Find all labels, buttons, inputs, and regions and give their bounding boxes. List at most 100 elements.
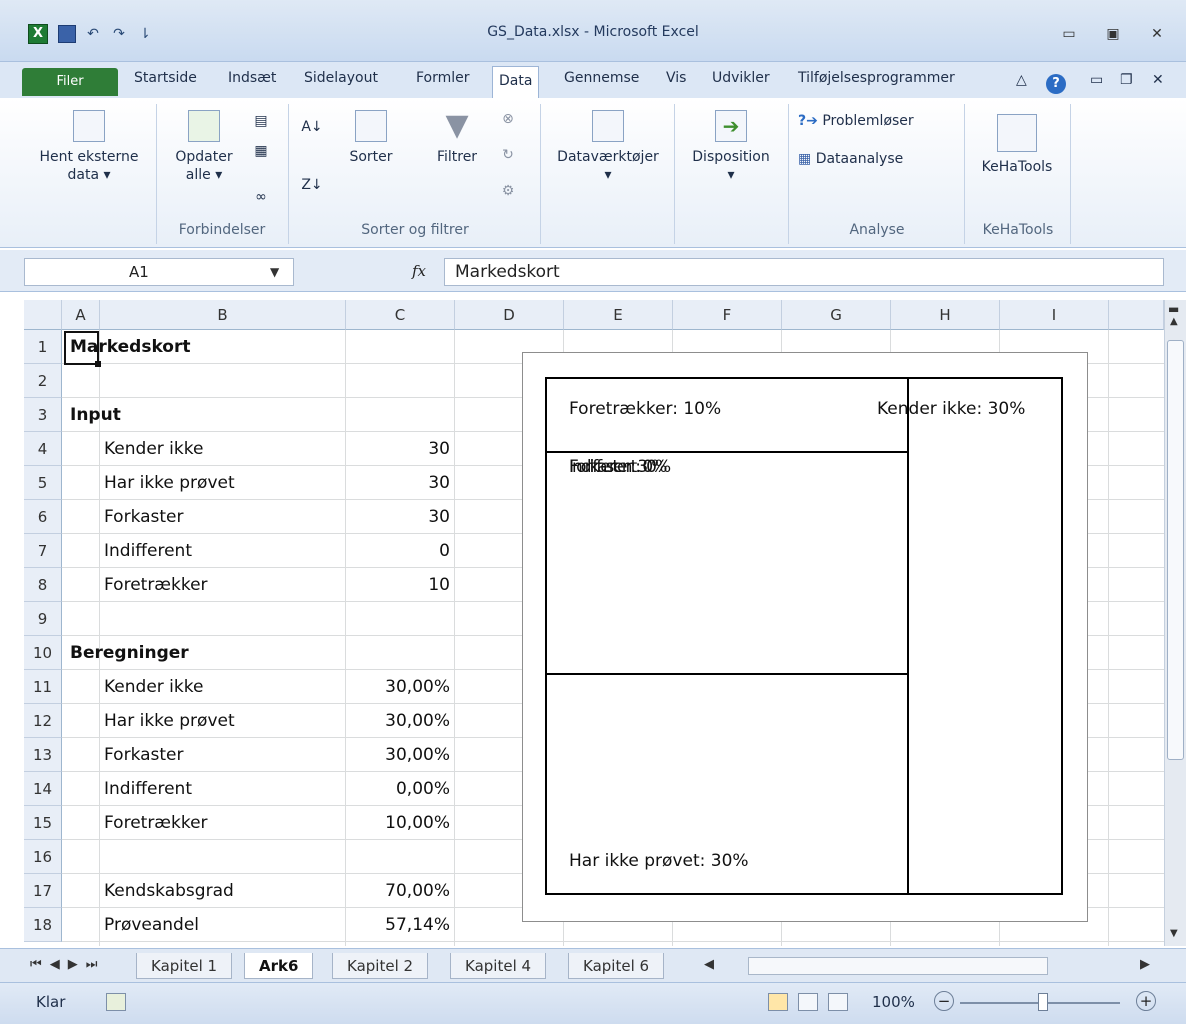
cell-b18[interactable]: Prøveandel bbox=[104, 908, 199, 942]
cell-b11[interactable]: Kender ikke bbox=[104, 670, 203, 704]
zoom-level[interactable]: 100% bbox=[872, 993, 915, 1011]
filter-button[interactable]: ▼ Filtrer bbox=[424, 110, 490, 166]
row-header-14[interactable]: 14 bbox=[24, 772, 62, 806]
row-header-9[interactable]: 9 bbox=[24, 602, 62, 636]
row-header-16[interactable]: 16 bbox=[24, 840, 62, 874]
column-header-e[interactable]: E bbox=[564, 300, 673, 330]
tab-sidelayout[interactable]: Sidelayout bbox=[304, 70, 378, 86]
row-header-11[interactable]: 11 bbox=[24, 670, 62, 704]
sort-desc-icon[interactable]: Z↓ bbox=[300, 176, 324, 194]
refresh-all-button[interactable]: Opdater alle ▾ bbox=[164, 110, 244, 184]
cell-b15[interactable]: Foretrækker bbox=[104, 806, 208, 840]
sheet-nav-icons[interactable]: ⏮◀▶⏭ bbox=[30, 957, 105, 972]
row-header-1[interactable]: 1 bbox=[24, 330, 62, 364]
tab-formler[interactable]: Formler bbox=[416, 70, 470, 86]
vertical-scrollbar[interactable]: ▬ ▲ ▼ bbox=[1164, 300, 1186, 946]
horizontal-scrollbar[interactable] bbox=[748, 957, 1048, 975]
column-header-b[interactable]: B bbox=[100, 300, 346, 330]
cell-a3[interactable]: Input bbox=[70, 398, 121, 432]
column-header-i[interactable]: I bbox=[1000, 300, 1109, 330]
cell-c5[interactable]: 30 bbox=[346, 466, 450, 500]
select-all-corner[interactable] bbox=[24, 300, 62, 330]
cell-b4[interactable]: Kender ikke bbox=[104, 432, 203, 466]
cell-c7[interactable]: 0 bbox=[346, 534, 450, 568]
doc-close-icon[interactable]: ✕ bbox=[1152, 72, 1164, 88]
row-header-2[interactable]: 2 bbox=[24, 364, 62, 398]
restore-icon[interactable]: ▣ bbox=[1102, 24, 1124, 44]
row-header-17[interactable]: 17 bbox=[24, 874, 62, 908]
column-header-h[interactable]: H bbox=[891, 300, 1000, 330]
column-header-f[interactable]: F bbox=[673, 300, 782, 330]
cell-c8[interactable]: 10 bbox=[346, 568, 450, 602]
column-header-g[interactable]: G bbox=[782, 300, 891, 330]
tab-gennemse[interactable]: Gennemse bbox=[564, 70, 639, 86]
cell-b8[interactable]: Foretrækker bbox=[104, 568, 208, 602]
help-icon[interactable]: ? bbox=[1046, 74, 1066, 94]
reapply-icon[interactable]: ↻ bbox=[496, 146, 520, 164]
insert-function-icon[interactable]: fx bbox=[412, 262, 426, 280]
cell-b14[interactable]: Indifferent bbox=[104, 772, 192, 806]
cell-c11[interactable]: 30,00% bbox=[346, 670, 450, 704]
sort-asc-icon[interactable]: A↓ bbox=[300, 118, 324, 136]
cell-c4[interactable]: 30 bbox=[346, 432, 450, 466]
cell-a1[interactable]: Markedskort bbox=[70, 330, 190, 364]
cell-c17[interactable]: 70,00% bbox=[346, 874, 450, 908]
tab-filer[interactable]: Filer bbox=[22, 68, 118, 96]
close-icon[interactable]: ✕ bbox=[1146, 24, 1168, 44]
cell-b13[interactable]: Forkaster bbox=[104, 738, 184, 772]
row-header-15[interactable]: 15 bbox=[24, 806, 62, 840]
page-break-view-icon[interactable] bbox=[828, 993, 848, 1011]
macro-record-icon[interactable] bbox=[106, 993, 126, 1011]
sheet-tab-kapitel-4[interactable]: Kapitel 4 bbox=[450, 953, 547, 979]
cell-c18[interactable]: 57,14% bbox=[346, 908, 450, 942]
cell-b5[interactable]: Har ikke prøvet bbox=[104, 466, 235, 500]
outline-button[interactable]: ➔ Disposition ▾ bbox=[678, 110, 784, 184]
cell-c15[interactable]: 10,00% bbox=[346, 806, 450, 840]
cell-b17[interactable]: Kendskabsgrad bbox=[104, 874, 234, 908]
vertical-scroll-thumb[interactable] bbox=[1167, 340, 1184, 760]
scroll-right-icon[interactable]: ▶ bbox=[1140, 957, 1150, 972]
tab-data[interactable]: Data bbox=[492, 66, 540, 98]
cell-c12[interactable]: 30,00% bbox=[346, 704, 450, 738]
tab-startside[interactable]: Startside bbox=[134, 70, 197, 86]
row-header-18[interactable]: 18 bbox=[24, 908, 62, 942]
minimize-ribbon-icon[interactable]: △ bbox=[1016, 72, 1027, 88]
row-header-12[interactable]: 12 bbox=[24, 704, 62, 738]
connections-icon[interactable]: ▤ bbox=[248, 112, 274, 132]
clear-filter-icon[interactable]: ⊗ bbox=[496, 110, 520, 128]
tab-udvikler[interactable]: Udvikler bbox=[712, 70, 770, 86]
row-header-7[interactable]: 7 bbox=[24, 534, 62, 568]
row-header-6[interactable]: 6 bbox=[24, 500, 62, 534]
column-header-a[interactable]: A bbox=[62, 300, 100, 330]
sheet-tab-scroll-icon[interactable]: ◀ bbox=[704, 957, 714, 972]
name-box[interactable]: A1 bbox=[24, 258, 294, 286]
doc-minimize-icon[interactable]: ▭ bbox=[1090, 72, 1103, 88]
kehatools-button[interactable]: KeHaTools bbox=[968, 114, 1066, 176]
column-header-c[interactable]: C bbox=[346, 300, 455, 330]
cell-c14[interactable]: 0,00% bbox=[346, 772, 450, 806]
normal-view-icon[interactable] bbox=[768, 993, 788, 1011]
column-header-j[interactable] bbox=[1109, 300, 1164, 330]
data-analysis-button[interactable]: ▦ Dataanalyse bbox=[798, 150, 903, 168]
get-external-data-button[interactable]: Hent eksterne data ▾ bbox=[26, 110, 152, 184]
zoom-out-button[interactable]: − bbox=[934, 991, 954, 1011]
tab-vis[interactable]: Vis bbox=[666, 70, 686, 86]
split-handle-icon[interactable]: ▬ bbox=[1168, 302, 1179, 316]
column-header-d[interactable]: D bbox=[455, 300, 564, 330]
cell-a10[interactable]: Beregninger bbox=[70, 636, 189, 670]
cell-b7[interactable]: Indifferent bbox=[104, 534, 192, 568]
sort-button[interactable]: Sorter bbox=[340, 110, 402, 166]
zoom-in-button[interactable]: + bbox=[1136, 991, 1156, 1011]
cell-c13[interactable]: 30,00% bbox=[346, 738, 450, 772]
solver-button[interactable]: ?➔ Problemløser bbox=[798, 112, 914, 130]
cell-b12[interactable]: Har ikke prøvet bbox=[104, 704, 235, 738]
formula-input[interactable]: Markedskort bbox=[444, 258, 1164, 286]
row-header-10[interactable]: 10 bbox=[24, 636, 62, 670]
scroll-down-icon[interactable]: ▼ bbox=[1170, 928, 1178, 939]
sheet-tab-kapitel-1[interactable]: Kapitel 1 bbox=[136, 953, 233, 979]
cell-b6[interactable]: Forkaster bbox=[104, 500, 184, 534]
sheet-tab-ark6[interactable]: Ark6 bbox=[244, 953, 314, 979]
minimize-icon[interactable]: ▭ bbox=[1058, 24, 1080, 44]
row-header-3[interactable]: 3 bbox=[24, 398, 62, 432]
doc-restore-icon[interactable]: ❐ bbox=[1120, 72, 1133, 88]
